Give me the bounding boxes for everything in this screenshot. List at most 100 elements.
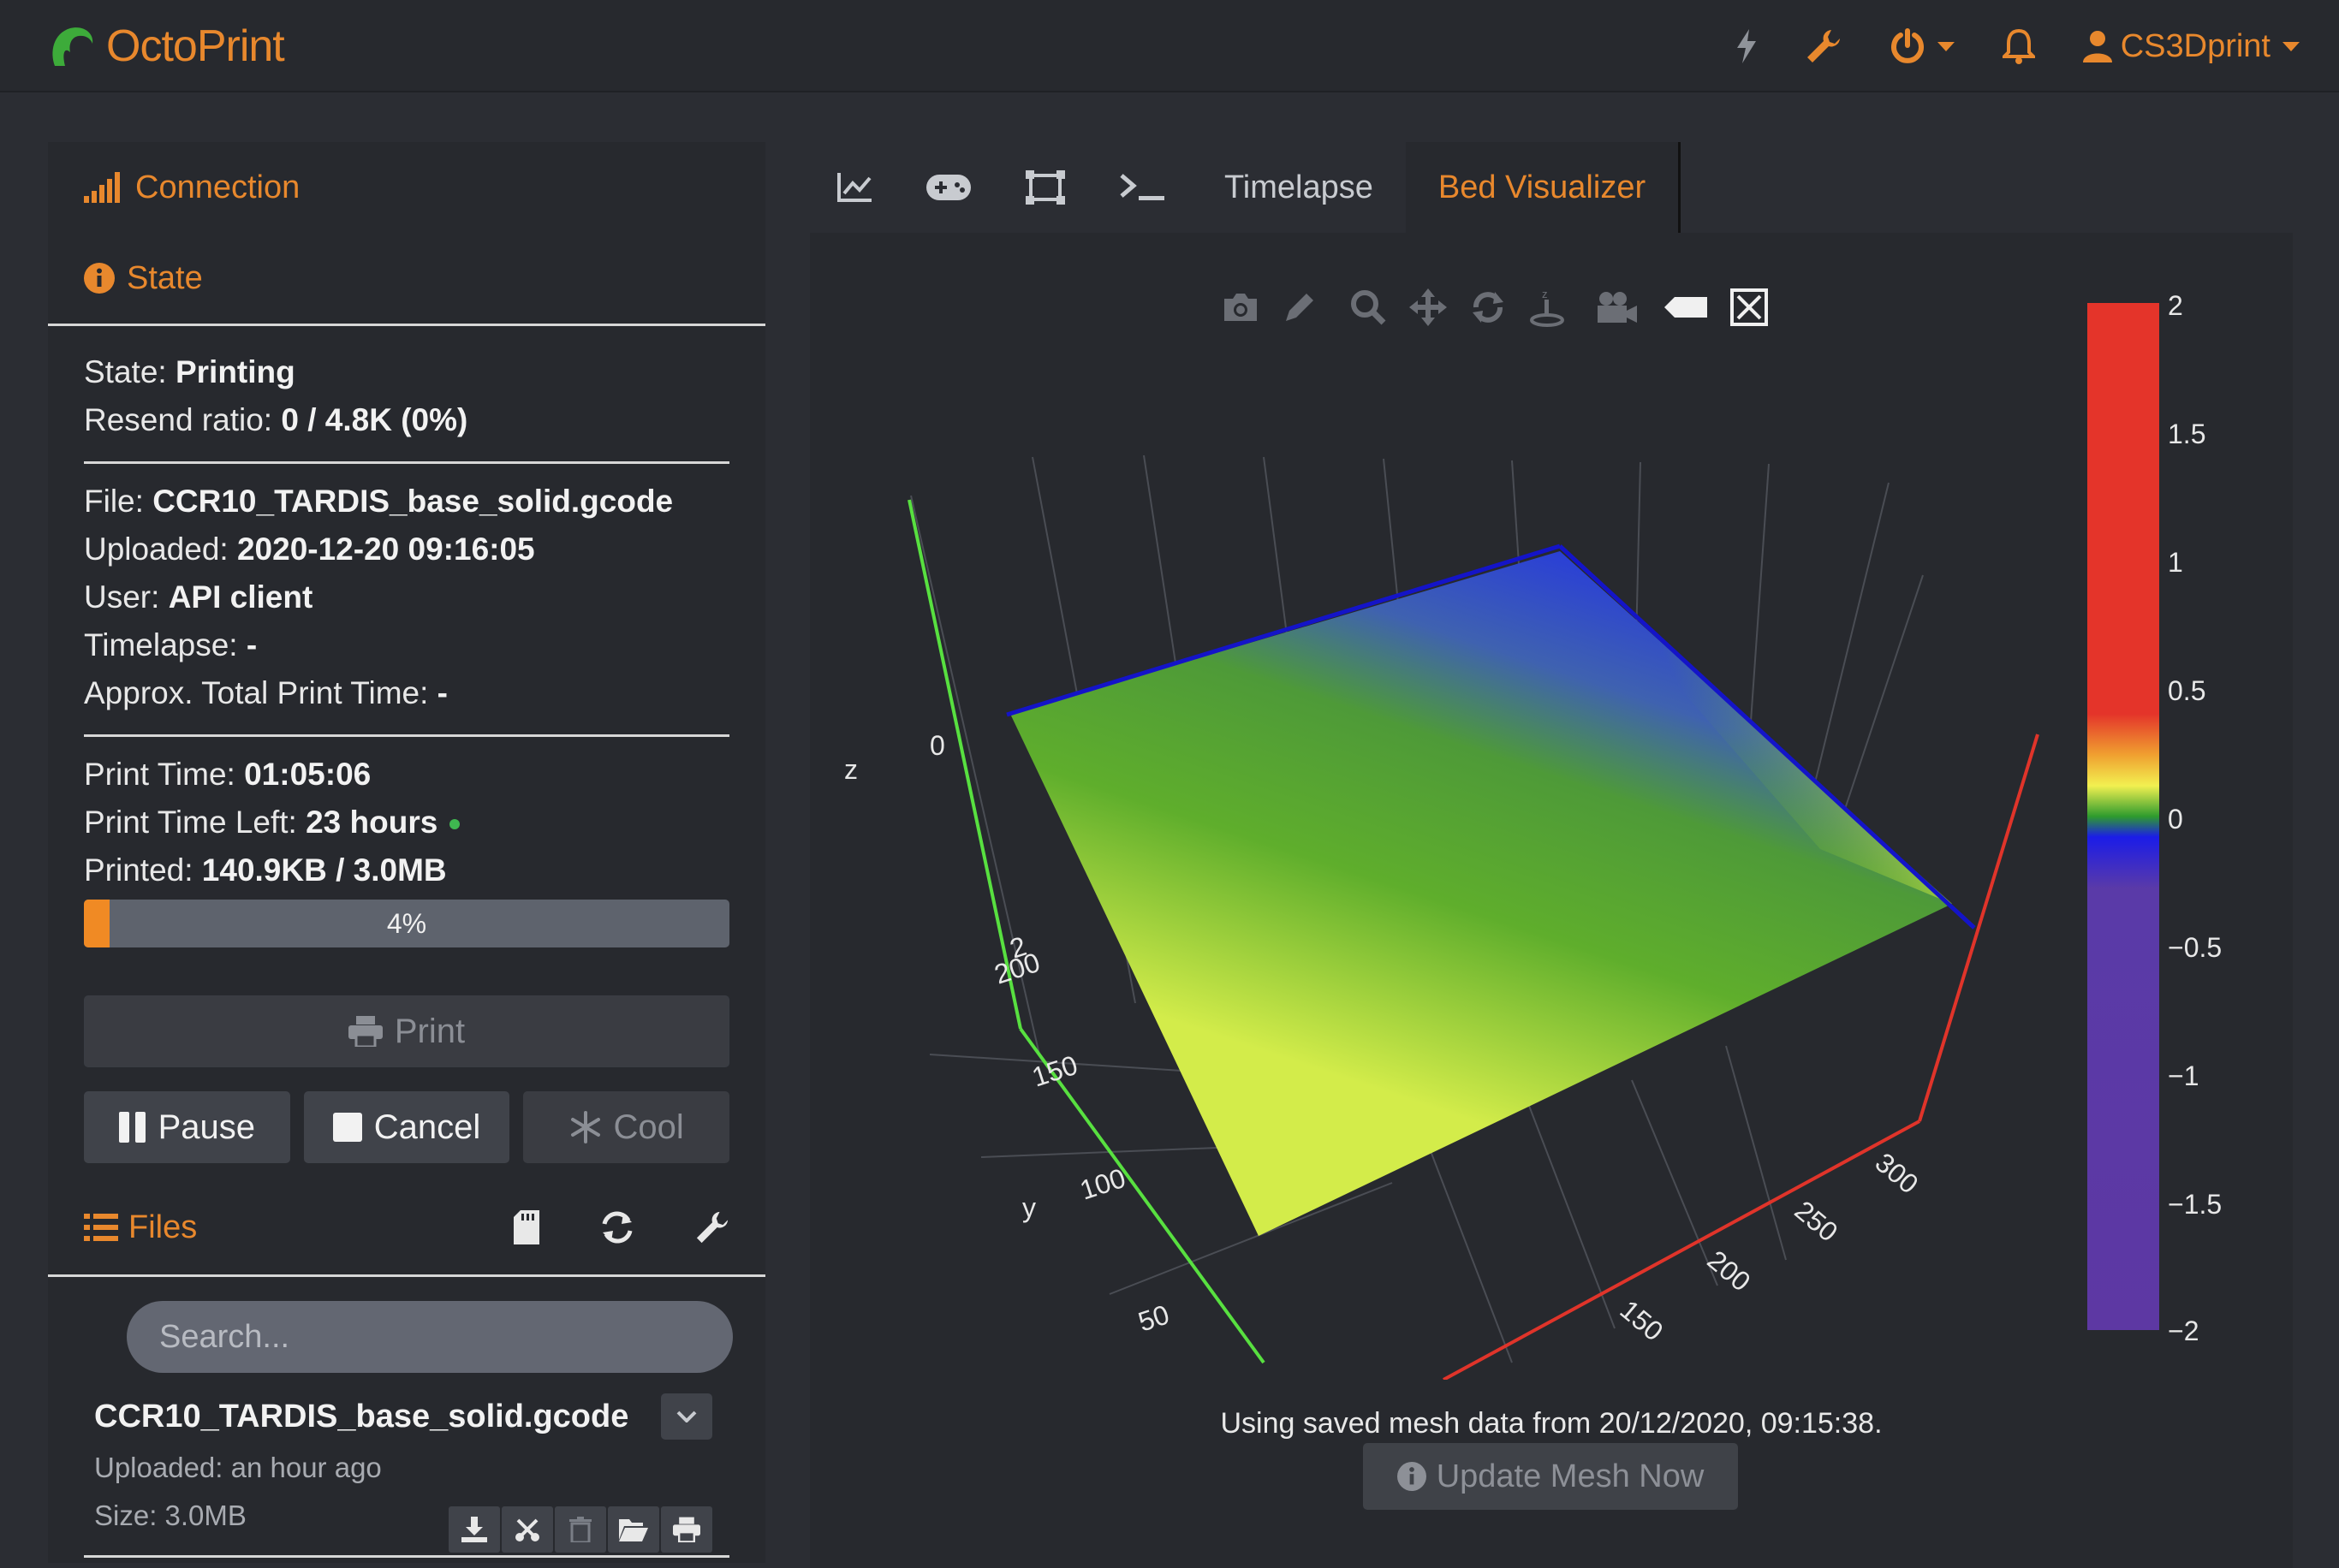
print-time-row: Print Time: 01:05:06 [84, 757, 372, 792]
file-name[interactable]: CCR10_TARDIS_base_solid.gcode [94, 1399, 628, 1435]
signal-icon [84, 172, 120, 203]
chevron-down-icon [676, 1411, 697, 1422]
file-expand-button[interactable] [661, 1393, 712, 1440]
colorbar-tick: 0 [2168, 804, 2183, 834]
printed-row: Printed: 140.9KB / 3.0MB [84, 852, 447, 888]
user-name: CS3Dprint [2120, 27, 2271, 64]
mesh-3d-plot[interactable]: z 0 2 y 200 150 100 50 300 250 200 150 2… [810, 233, 2293, 1380]
file-search-input[interactable]: Search... [127, 1301, 733, 1373]
slice-icon[interactable] [502, 1506, 553, 1553]
approx-time-value: - [437, 675, 448, 710]
file-size: Size: 3.0MB [94, 1500, 247, 1531]
approx-time-row: Approx. Total Print Time: - [84, 675, 448, 710]
brand[interactable]: OctoPrint [46, 17, 285, 75]
file-row: File: CCR10_TARDIS_base_solid.gcode [84, 484, 674, 519]
z-axis-label: z [844, 754, 858, 785]
files-panel-header[interactable]: Files [48, 1180, 765, 1274]
file-uploaded: Uploaded: an hour ago [94, 1452, 382, 1483]
sd-card-icon[interactable] [514, 1210, 539, 1244]
time-left-value: 23 hours [306, 805, 438, 840]
state-row: State: Printing [84, 354, 295, 389]
connection-panel-header[interactable]: Connection [48, 142, 765, 233]
state-value: Printing [175, 354, 295, 389]
colorbar-tick: −2 [2168, 1316, 2199, 1346]
folder-open-icon[interactable] [608, 1506, 659, 1553]
settings-nav[interactable] [1782, 0, 1866, 92]
tab-gcode-viewer[interactable] [998, 142, 1092, 233]
colorbar: 2 1.5 1 0.5 0 −0.5 −1 −1.5 −2 [2087, 290, 2222, 1346]
printer-icon [348, 1016, 383, 1047]
tab-timelapse[interactable]: Timelapse [1192, 142, 1406, 233]
x-tick: 250 [1789, 1195, 1844, 1248]
file-actions [449, 1506, 712, 1553]
tab-terminal[interactable] [1092, 142, 1192, 233]
tab-bed-visualizer[interactable]: Bed Visualizer [1405, 142, 1681, 233]
bed-visualizer-panel: z z 0 2 y 200 150 100 50 300 250 200 150… [810, 233, 2293, 1568]
uploaded-row: Uploaded: 2020-12-20 09:16:05 [84, 532, 535, 567]
colorbar-tick: 1 [2168, 547, 2183, 578]
pause-button[interactable]: Pause [84, 1091, 290, 1163]
print-time-value: 01:05:06 [244, 757, 372, 792]
resend-value: 0 / 4.8K (0%) [281, 402, 468, 437]
timelapse-value: - [246, 627, 258, 662]
info-icon [84, 263, 115, 294]
printed-value: 140.9KB / 3.0MB [201, 852, 447, 888]
uploaded-value: 2020-12-20 09:16:05 [236, 532, 535, 567]
cool-button[interactable]: Cool [523, 1091, 730, 1163]
x-tick: 300 [1870, 1147, 1925, 1200]
update-mesh-button[interactable]: Update Mesh Now [1363, 1443, 1738, 1510]
file-list-item[interactable]: CCR10_TARDIS_base_solid.gcode Uploaded: … [84, 1393, 729, 1558]
bed-mesh-surface [1010, 551, 1952, 1236]
connection-title: Connection [135, 169, 301, 205]
x-tick: 150 [1615, 1294, 1669, 1347]
colorbar-tick: 1.5 [2168, 419, 2205, 449]
colorbar-tick: −1 [2168, 1060, 2199, 1091]
stop-icon [332, 1113, 362, 1142]
z-tick: 0 [930, 730, 945, 761]
user-icon [2082, 31, 2112, 62]
lightning-icon [1736, 29, 1756, 63]
print-progress-bar: 4% [84, 900, 729, 947]
list-icon [84, 1214, 118, 1241]
user-row: User: API client [84, 579, 313, 615]
bell-icon [2002, 28, 2035, 64]
wrench-icon[interactable] [695, 1210, 729, 1244]
timelapse-row: Timelapse: - [84, 627, 258, 662]
user-menu[interactable]: CS3Dprint [2059, 0, 2339, 92]
y-tick: 150 [1028, 1049, 1081, 1093]
download-icon[interactable] [449, 1506, 500, 1553]
graph-icon [837, 173, 872, 202]
resend-row: Resend ratio: 0 / 4.8K (0%) [84, 402, 468, 437]
colorbar-tick: −0.5 [2168, 932, 2222, 963]
cancel-button[interactable]: Cancel [303, 1091, 510, 1163]
state-block-2: File: CCR10_TARDIS_base_solid.gcode Uplo… [48, 464, 765, 726]
user-value: API client [168, 579, 313, 615]
pause-icon [118, 1112, 146, 1143]
system-power-nav[interactable] [1711, 0, 1782, 92]
file-value: CCR10_TARDIS_base_solid.gcode [152, 484, 674, 519]
x-tick: 200 [1702, 1244, 1757, 1298]
tab-control[interactable] [899, 142, 998, 233]
power-menu[interactable] [1866, 0, 1979, 92]
power-icon [1890, 28, 1924, 63]
y-tick: 100 [1076, 1162, 1129, 1206]
print-button[interactable]: Print [84, 995, 729, 1067]
tab-bar: Timelapse Bed Visualizer [810, 142, 2293, 233]
refresh-icon[interactable] [599, 1210, 635, 1244]
wrench-icon [1806, 30, 1840, 62]
info-icon [1396, 1462, 1426, 1491]
files-title: Files [128, 1209, 198, 1245]
state-panel-header[interactable]: State [48, 233, 765, 324]
time-left-row: Print Time Left: 23 hours [84, 799, 729, 846]
estimate-quality-dot-icon [449, 819, 461, 830]
state-title: State [127, 259, 203, 296]
notifications-nav[interactable] [1979, 0, 2059, 92]
chevron-down-icon [1937, 41, 1955, 51]
divider [48, 1274, 765, 1277]
trash-icon[interactable] [555, 1506, 606, 1553]
tab-temperature[interactable] [810, 142, 899, 233]
crop-icon [1026, 170, 1065, 205]
mesh-data-caption: Using saved mesh data from 20/12/2020, 0… [1220, 1407, 1883, 1440]
y-tick: 50 [1134, 1298, 1173, 1337]
print-file-icon[interactable] [661, 1506, 712, 1553]
